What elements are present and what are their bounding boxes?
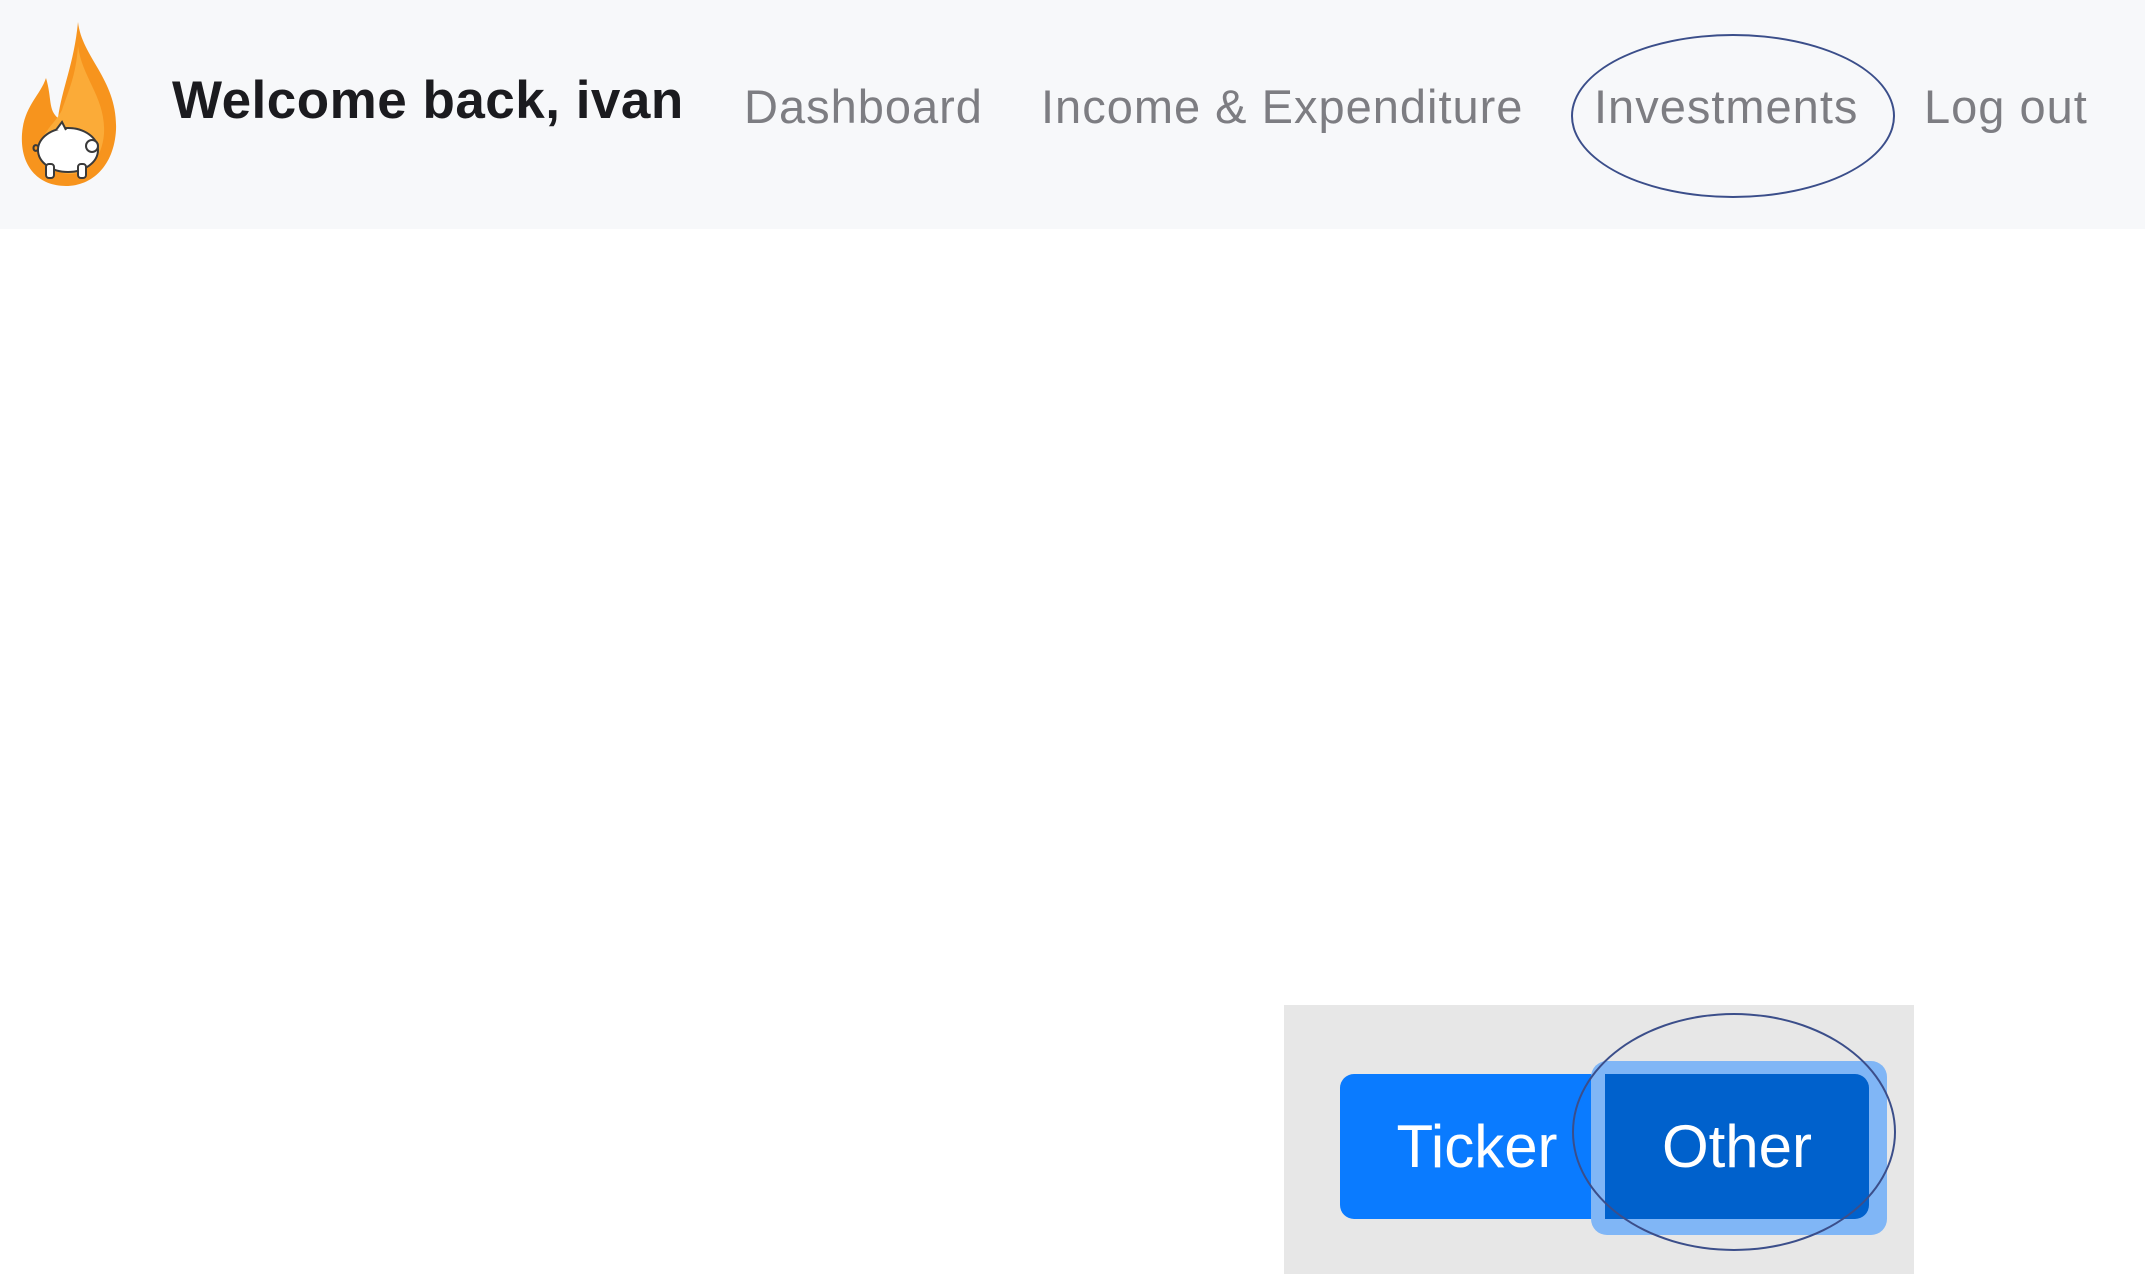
flame-piggy-bank-icon[interactable] bbox=[16, 18, 126, 190]
nav-link-investments[interactable]: Investments bbox=[1594, 79, 1858, 134]
nav-link-dashboard[interactable]: Dashboard bbox=[744, 79, 983, 134]
ticker-button[interactable]: Ticker bbox=[1340, 1074, 1614, 1219]
nav-link-income-expenditure[interactable]: Income & Expenditure bbox=[1041, 79, 1523, 134]
navbar: Welcome back, ivan Dashboard Income & Ex… bbox=[0, 0, 2145, 229]
investment-type-toggle: Ticker Other bbox=[1284, 1005, 1914, 1274]
nav-link-logout[interactable]: Log out bbox=[1924, 79, 2088, 134]
welcome-message: Welcome back, ivan bbox=[172, 71, 684, 130]
page: Welcome back, ivan Dashboard Income & Ex… bbox=[0, 0, 2145, 1274]
other-button[interactable]: Other bbox=[1605, 1074, 1869, 1219]
